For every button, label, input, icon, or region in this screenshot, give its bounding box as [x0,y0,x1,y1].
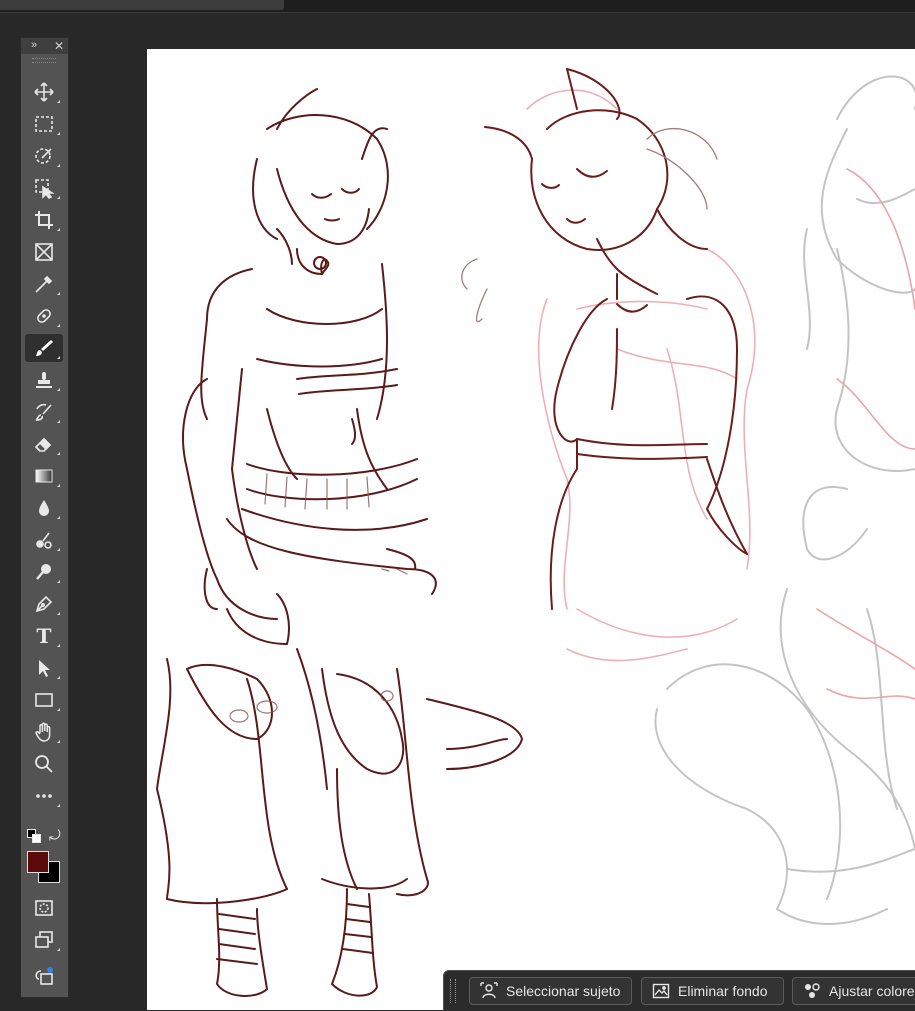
document-tab-bar [0,0,915,13]
marquee-tool[interactable] [25,110,63,138]
select-subject-label: Seleccionar sujeto [506,983,621,999]
crop-tool[interactable] [25,206,63,234]
collapse-panel-icon[interactable]: » [31,39,37,51]
sketch-artwork [156,68,915,997]
crop-icon [35,211,53,229]
path-selection-icon [39,660,50,677]
brush-tool[interactable] [25,334,63,362]
clone-stamp-icon [36,372,52,388]
tools-panel: » ✕ T ⤾ [20,37,69,998]
select-subject-button[interactable]: Seleccionar sujeto [469,977,632,1005]
sponge-icon [36,564,51,580]
default-colors-icon[interactable] [27,829,41,843]
canvas[interactable] [147,49,915,1010]
adjust-colors-button[interactable]: Ajustar colores [792,977,915,1005]
history-brush-icon [35,403,52,421]
taskbar-grip[interactable] [450,979,456,1003]
remove-background-button[interactable]: Eliminar fondo [641,977,784,1005]
more-tools-icon [36,794,52,798]
type-tool[interactable]: T [25,622,63,650]
adjust-colors-icon [805,983,820,998]
eyedropper-icon [35,275,53,293]
frame-icon [35,243,53,261]
eraser-icon [34,437,52,452]
close-panel-icon[interactable]: ✕ [54,39,64,53]
object-selection-tool[interactable] [25,174,63,202]
gradient-icon [35,469,53,483]
quick-selection-tool[interactable] [25,142,63,170]
history-brush-tool[interactable] [25,398,63,426]
zoom-tool[interactable] [25,750,63,778]
document-tab[interactable] [0,0,284,10]
remove-background-icon [652,983,670,999]
hand-tool[interactable] [25,718,63,746]
dodge-icon [36,532,52,549]
eraser-tool[interactable] [25,430,63,458]
healing-brush-tool[interactable] [25,302,63,330]
blur-tool[interactable] [25,494,63,522]
blur-icon [39,500,49,516]
brush-icon [36,340,53,356]
healing-brush-icon [37,309,51,323]
hand-icon [35,722,51,742]
eyedropper-tool[interactable] [25,270,63,298]
rectangle-icon [35,693,53,707]
move-tool[interactable] [25,78,63,106]
move-icon [34,82,54,102]
adjust-colors-label: Ajustar colores [829,983,915,999]
object-selection-icon [35,179,55,199]
clone-stamp-tool[interactable] [25,366,63,394]
path-selection-tool[interactable] [25,654,63,682]
magnifier-sponge-tool[interactable] [25,558,63,586]
screen-mode-button[interactable] [25,926,63,954]
zoom-icon [35,755,53,773]
panel-grip[interactable] [32,58,56,63]
more-tools-button[interactable] [25,782,63,810]
pen-icon [35,595,53,613]
rectangle-tool[interactable] [25,686,63,714]
frame-tool[interactable] [25,238,63,266]
swap-colors-icon[interactable]: ⤾ [49,827,61,844]
quick-selection-icon [35,148,52,164]
quick-mask-icon [35,900,53,916]
generative-edit-button[interactable] [25,962,63,990]
pen-tool[interactable] [25,590,63,618]
gradient-tool[interactable] [25,462,63,490]
tools-panel-header: » ✕ [21,38,68,54]
marquee-icon [35,116,53,132]
quick-mask-button[interactable] [25,894,63,922]
generative-edit-icon [35,967,53,985]
contextual-task-bar: Seleccionar sujeto Eliminar fondo Ajusta… [443,970,915,1011]
select-subject-icon [480,982,498,999]
type-icon: T [36,624,52,648]
dodge-tool[interactable] [25,526,63,554]
remove-background-label: Eliminar fondo [678,983,768,999]
foreground-color-swatch[interactable] [27,851,49,873]
screen-mode-icon [35,931,53,948]
